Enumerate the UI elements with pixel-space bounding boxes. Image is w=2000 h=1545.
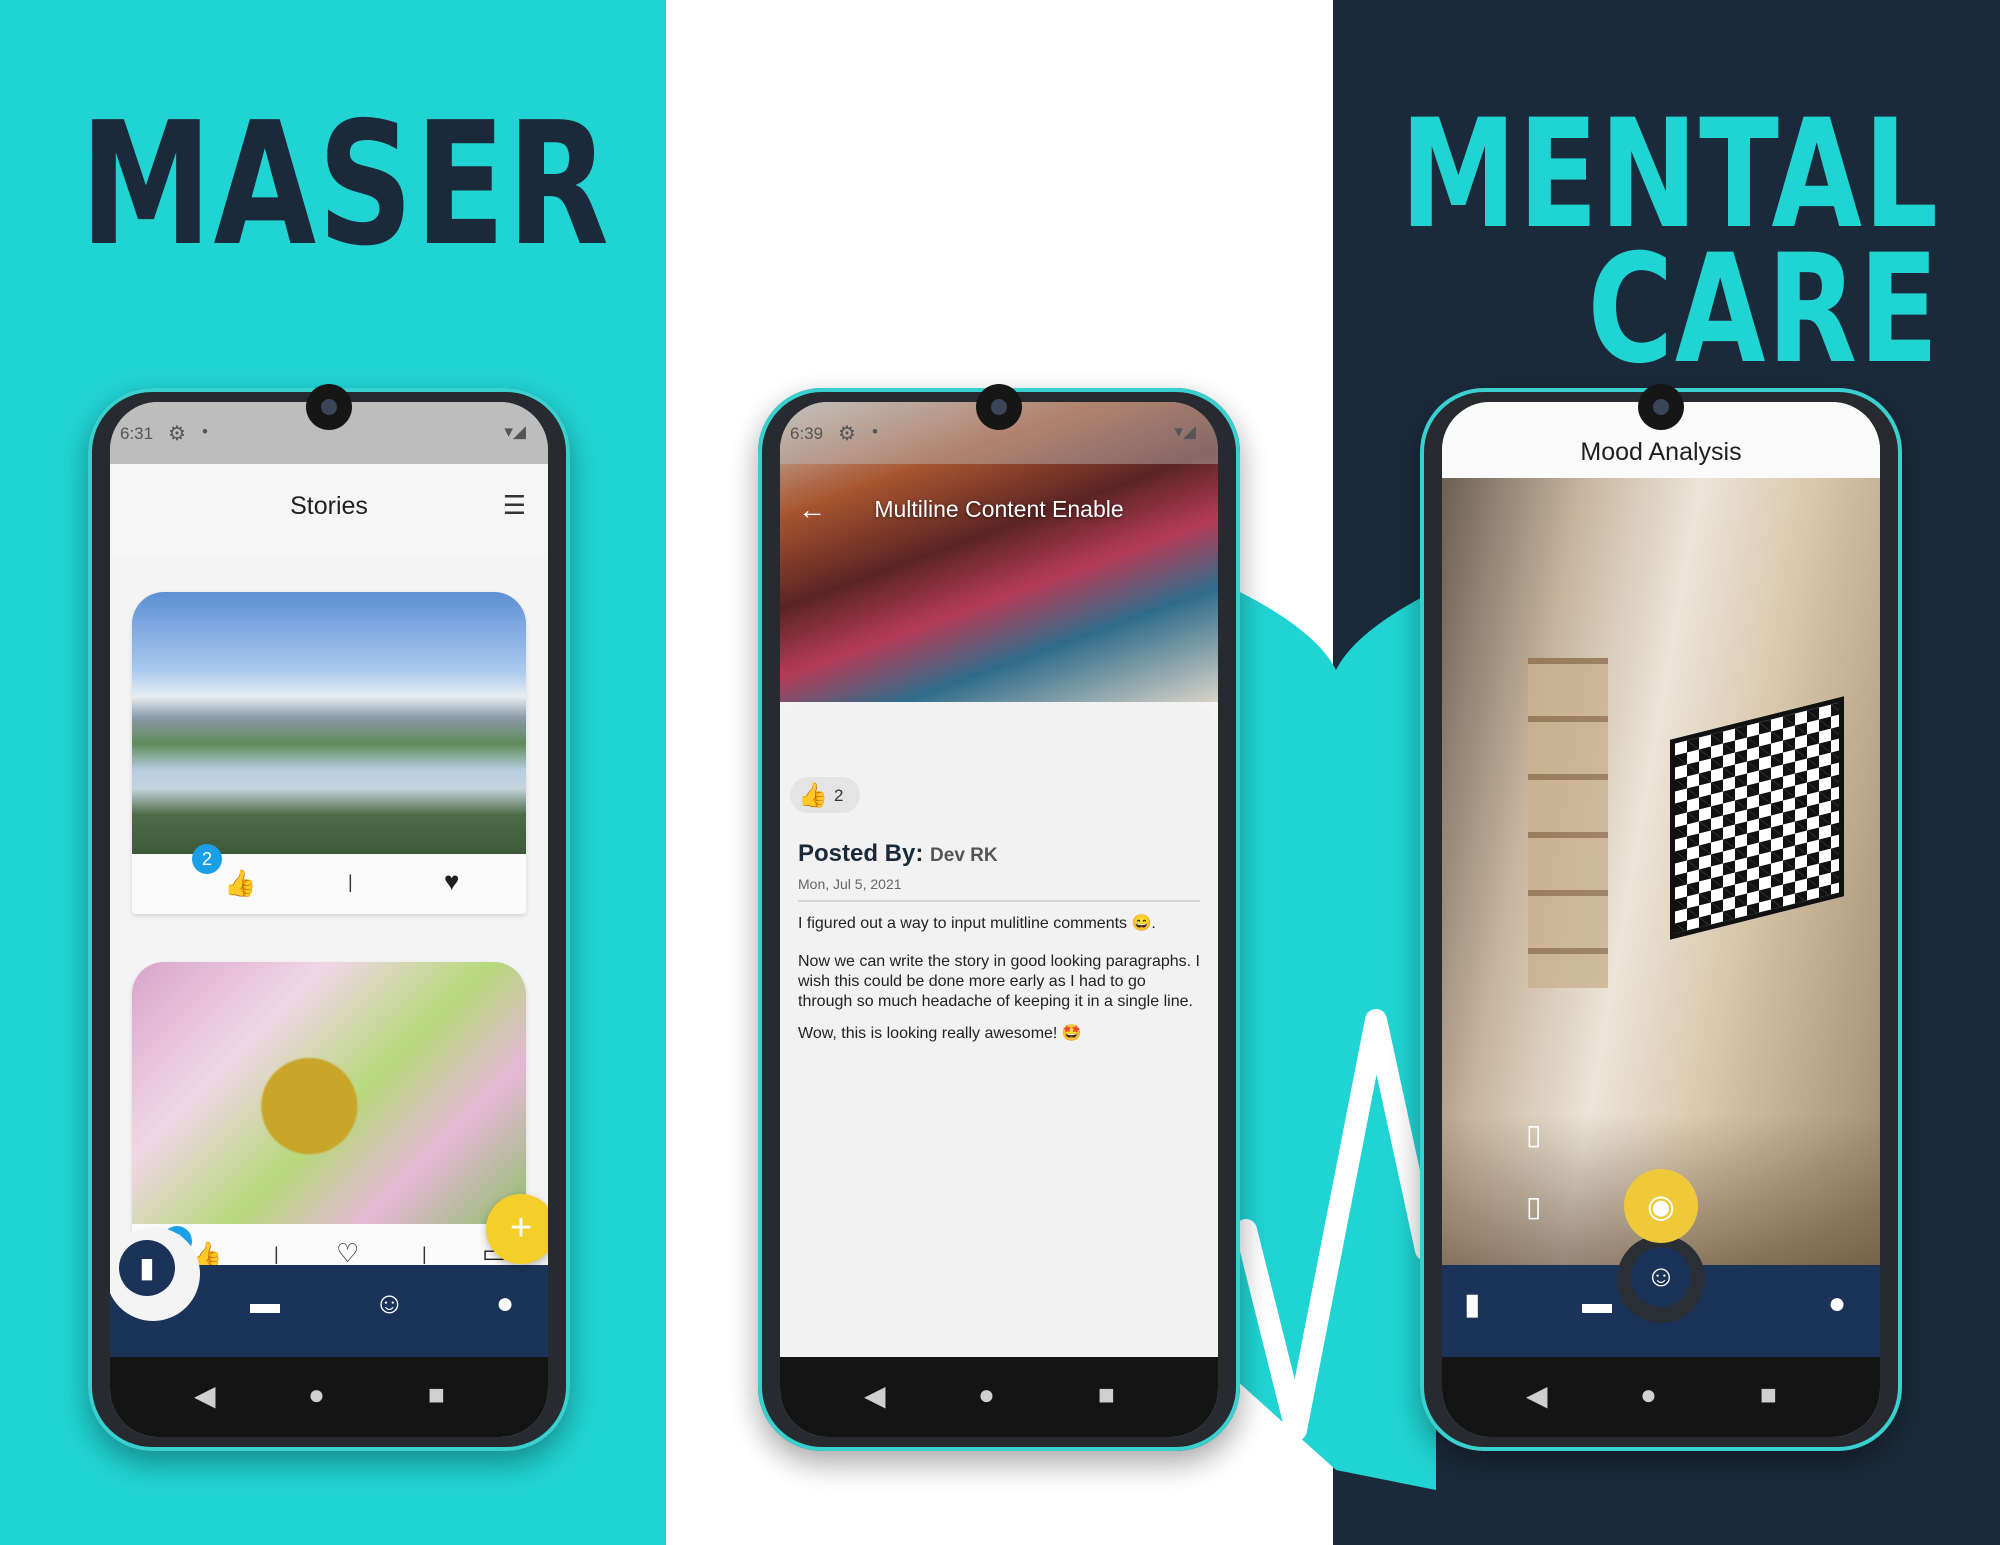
- phone-mood-analysis: Mood Analysis ▯ ▯ ◉ ▮ ▬ ☺ ● ◀ ● ■: [1420, 384, 1902, 1451]
- capture-button[interactable]: ◉: [1624, 1169, 1698, 1243]
- story-actions: 2 👍 | ♥: [132, 844, 526, 914]
- phone-mood-analysis-screen: Mood Analysis ▯ ▯ ◉ ▮ ▬ ☺ ● ◀ ● ■: [1442, 402, 1880, 1437]
- nav-home-icon[interactable]: ●: [978, 1379, 995, 1411]
- front-camera: [1638, 384, 1684, 430]
- status-time: 6:31: [120, 424, 154, 443]
- camera-icon: ◉: [1647, 1188, 1675, 1224]
- notification-dot-icon: •: [202, 422, 208, 441]
- nav-home-icon[interactable]: ●: [308, 1379, 325, 1411]
- wifi-signal-icon: ▾◢: [504, 422, 526, 441]
- stories-icon[interactable]: ▮: [1464, 1287, 1481, 1322]
- gear-icon: ⚙: [168, 423, 186, 445]
- heart-wave-decoration: [1236, 590, 1436, 1490]
- stories-icon[interactable]: ▮: [119, 1240, 175, 1296]
- nav-recent-icon[interactable]: ■: [1760, 1379, 1777, 1411]
- story-card[interactable]: 2 👍 | ♥: [132, 592, 526, 914]
- menu-icon[interactable]: ☰: [503, 490, 526, 521]
- status-time: 6:39: [790, 424, 824, 443]
- separator: |: [274, 1244, 279, 1264]
- bottom-nav: ▮ ▬ ☺ ●: [1442, 1235, 1880, 1357]
- bookshelf-scene: [1528, 658, 1608, 988]
- like-count: 2: [834, 786, 844, 805]
- story-content: 👍 2 Posted By: Dev RK Mon, Jul 5, 2021 I…: [780, 702, 1218, 1357]
- smile-icon[interactable]: ☺: [1631, 1247, 1691, 1307]
- page-title: Mood Analysis: [1580, 438, 1742, 466]
- mountain-lake-image: [132, 592, 526, 854]
- nav-back-icon[interactable]: ◀: [1526, 1379, 1548, 1412]
- phone-story-detail-screen: ← Multiline Content Enable 6:39 ⚙ • ▾◢ 👍…: [780, 402, 1218, 1437]
- care-title: CARE: [1587, 223, 1940, 397]
- nav-back-icon[interactable]: ◀: [864, 1379, 886, 1412]
- wifi-signal-icon: ▾◢: [1174, 422, 1196, 441]
- smile-icon[interactable]: ☺: [374, 1287, 405, 1321]
- divider: [798, 900, 1200, 902]
- posted-by: Posted By: Dev RK: [798, 840, 998, 868]
- nav-home-icon[interactable]: ●: [1640, 1379, 1657, 1411]
- phone-stories: 6:31 ⚙ • ▾◢ Stories ☰ 2 👍 | ♥ 2 👍 | ♡: [88, 384, 570, 1451]
- heart-icon[interactable]: ♥: [444, 866, 459, 897]
- like-pill[interactable]: 👍 2: [790, 777, 860, 813]
- phone-story-detail: ← Multiline Content Enable 6:39 ⚙ • ▾◢ 👍…: [758, 384, 1240, 1451]
- page-title: Multiline Content Enable: [874, 496, 1124, 522]
- nav-back-icon[interactable]: ◀: [194, 1379, 216, 1412]
- separator: |: [348, 872, 353, 892]
- story-paragraph: I figured out a way to input mulitline c…: [798, 915, 1156, 932]
- front-camera: [306, 384, 352, 430]
- android-nav-bar: ◀ ● ■: [780, 1357, 1218, 1437]
- nav-recent-icon[interactable]: ■: [428, 1379, 445, 1411]
- person-icon[interactable]: ●: [1828, 1287, 1846, 1321]
- separator: |: [422, 1244, 427, 1264]
- gear-icon: ⚙: [838, 423, 856, 445]
- thumbs-up-icon[interactable]: 👍: [224, 868, 256, 899]
- android-nav-bar: ◀ ● ■: [1442, 1357, 1880, 1437]
- checkerboard-tv-scene: [1670, 696, 1844, 940]
- front-camera: [976, 384, 1022, 430]
- person-icon[interactable]: ●: [496, 1287, 514, 1321]
- bottom-nav-active-indicator: ☺: [1617, 1235, 1705, 1323]
- bottom-nav: ▮ ▬ ☺ ●: [110, 1227, 548, 1357]
- like-count-badge: 2: [192, 844, 222, 874]
- story-paragraph: Now we can write the story in good looki…: [798, 953, 1200, 1010]
- chat-icon[interactable]: ▬: [250, 1287, 280, 1321]
- add-story-button[interactable]: +: [486, 1194, 548, 1264]
- switch-camera-icon[interactable]: ▯: [1526, 1118, 1541, 1151]
- beetle-image: [132, 962, 526, 1224]
- post-date: Mon, Jul 5, 2021: [798, 876, 902, 892]
- maser-title: MASER: [80, 86, 611, 284]
- chat-icon[interactable]: ▬: [1582, 1287, 1612, 1321]
- notification-dot-icon: •: [872, 422, 878, 441]
- switch-face-camera-icon[interactable]: ▯: [1526, 1190, 1541, 1223]
- camera-preview: ▯ ▯: [1442, 478, 1880, 1265]
- posted-by-label: Posted By:: [798, 840, 924, 867]
- app-bar: Stories ☰: [110, 464, 548, 554]
- thumbs-up-icon: 👍: [798, 782, 828, 809]
- bottom-nav-active-indicator: ▮: [110, 1227, 200, 1321]
- nav-recent-icon[interactable]: ■: [1098, 1379, 1115, 1411]
- story-paragraph: Wow, this is looking really awesome! 🤩: [798, 1025, 1082, 1042]
- android-nav-bar: ◀ ● ■: [110, 1357, 548, 1437]
- page-title: Stories: [290, 492, 368, 520]
- phone-stories-screen: 6:31 ⚙ • ▾◢ Stories ☰ 2 👍 | ♥ 2 👍 | ♡: [110, 402, 548, 1437]
- author-name: Dev RK: [930, 845, 998, 866]
- story-card[interactable]: 2 👍 | ♡ | ▭: [132, 962, 526, 1284]
